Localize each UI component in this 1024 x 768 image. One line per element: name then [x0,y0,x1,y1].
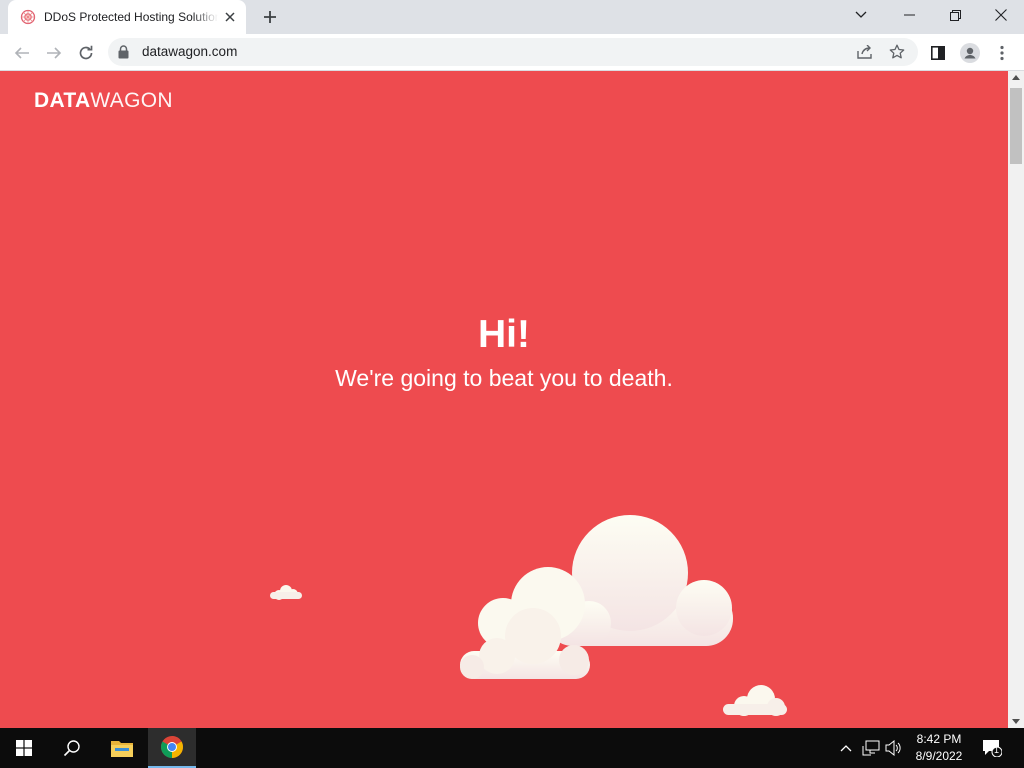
browser-toolbar: datawagon.com [0,34,1024,71]
scroll-up-arrow-icon[interactable] [1012,75,1020,80]
url-text: datawagon.com [142,44,238,59]
small-cloud-left [270,585,302,600]
side-panel-icon[interactable] [924,39,952,67]
close-icon[interactable] [222,9,238,25]
search-icon[interactable] [48,728,96,768]
file-explorer-icon[interactable] [98,728,146,768]
notification-count: 1 [994,745,1000,755]
chevron-down-icon[interactable] [838,0,884,30]
windows-start-icon[interactable] [0,728,48,768]
volume-icon[interactable] [884,738,904,758]
network-icon[interactable] [861,738,881,758]
clouds-illustration [270,515,787,716]
forward-arrow-icon[interactable] [40,39,68,67]
notifications-icon[interactable]: 1 [982,738,1002,758]
address-bar[interactable]: datawagon.com [108,38,918,66]
reload-icon[interactable] [72,39,100,67]
share-icon[interactable] [856,43,874,61]
front-cloud [460,567,590,679]
lock-icon [118,45,129,59]
chrome-icon[interactable] [148,728,196,768]
back-arrow-icon[interactable] [8,39,36,67]
plus-icon[interactable] [258,5,282,29]
chevron-up-icon[interactable] [836,738,856,758]
windows-taskbar: 8:42 PM 8/9/2022 1 [0,728,1024,768]
clock-time: 8:42 PM [916,732,962,746]
scroll-thumb[interactable] [1010,88,1022,164]
restore-icon[interactable] [932,0,978,30]
clock-date: 8/9/2022 [915,749,963,763]
kebab-menu-icon[interactable] [988,39,1016,67]
close-window-icon[interactable] [978,0,1024,30]
datawagon-favicon-icon [20,9,36,25]
tab-title: DDoS Protected Hosting Solutions [44,10,218,24]
page-scrollbar[interactable] [1008,71,1024,728]
tab-strip: DDoS Protected Hosting Solutions [0,0,1024,34]
small-cloud-right [723,685,787,716]
scroll-down-arrow-icon[interactable] [1012,719,1020,724]
webpage: DATAWAGON Hi! We're going to beat you to… [0,71,1008,728]
profile-icon[interactable] [956,39,984,67]
system-clock[interactable]: 8:42 PM 8/9/2022 [906,731,972,765]
star-icon[interactable] [888,43,906,61]
minimize-icon[interactable] [886,0,932,30]
browser-tab[interactable]: DDoS Protected Hosting Solutions [8,0,246,34]
